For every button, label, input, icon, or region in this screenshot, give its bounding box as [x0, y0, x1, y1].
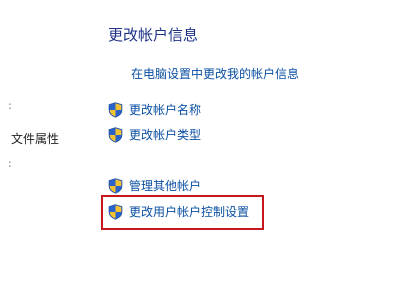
- change-account-type-link[interactable]: 更改帐户类型: [108, 127, 201, 143]
- change-account-name-label: 更改帐户名称: [129, 103, 202, 117]
- manage-other-accounts-label: 管理其他帐户: [129, 179, 202, 193]
- highlight-box: [101, 195, 264, 230]
- uac-shield-icon: [108, 102, 123, 118]
- sidebar-marker-top: :: [8, 99, 12, 112]
- pc-settings-link[interactable]: 在电脑设置中更改我的帐户信息: [131, 66, 299, 82]
- sidebar-marker-bottom: :: [8, 157, 12, 170]
- manage-other-accounts-link[interactable]: 管理其他帐户: [108, 178, 201, 194]
- uac-shield-icon: [108, 178, 123, 194]
- sidebar-file-properties[interactable]: 文件属性: [11, 131, 59, 147]
- change-account-name-link[interactable]: 更改帐户名称: [108, 102, 201, 118]
- change-account-type-label: 更改帐户类型: [129, 128, 202, 142]
- page-title: 更改帐户信息: [108, 26, 199, 44]
- uac-shield-icon: [108, 127, 123, 143]
